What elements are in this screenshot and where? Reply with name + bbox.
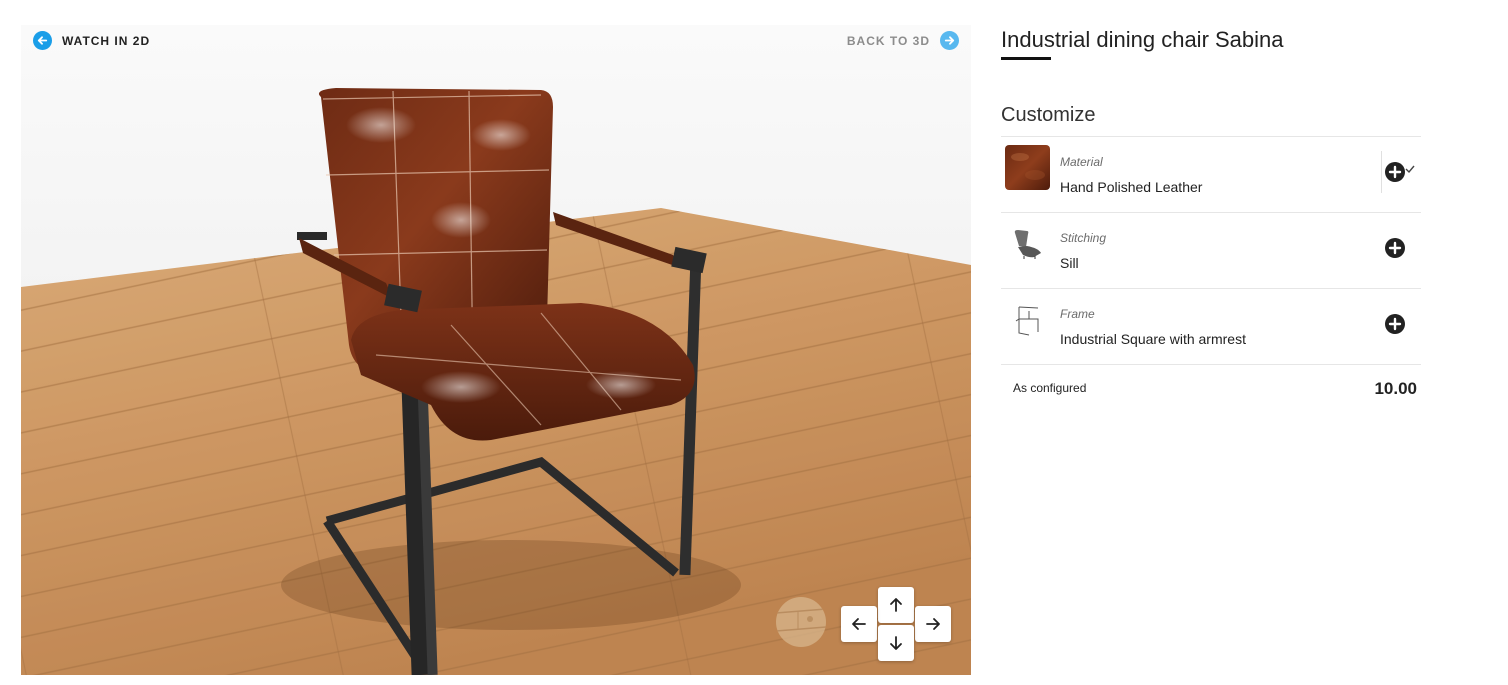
viewer-toolbar: WATCH IN 2D BACK TO 3D (21, 25, 971, 57)
camera-navigation-pad (839, 585, 953, 661)
arrow-left-icon (852, 618, 866, 630)
option-stitching[interactable]: Stitching Sill (1001, 213, 1421, 289)
option-value: Industrial Square with armrest (1060, 331, 1246, 347)
option-frame[interactable]: Frame Industrial Square with armrest (1001, 289, 1421, 365)
option-value: Sill (1060, 255, 1079, 271)
check-icon (1405, 165, 1415, 174)
plus-circle-icon[interactable] (1385, 162, 1405, 182)
material-thumbnail (1005, 145, 1050, 190)
total-label: As configured (1013, 381, 1087, 395)
customize-options-list: Material Hand Polished Leather Stitching… (1001, 136, 1421, 365)
customize-heading: Customize (1001, 104, 1096, 126)
title-underline (1001, 57, 1051, 60)
arrow-right-circle-icon (940, 31, 959, 50)
plus-circle-icon[interactable] (1385, 314, 1405, 334)
plus-circle-icon[interactable] (1385, 238, 1405, 258)
product-3d-viewer[interactable]: WATCH IN 2D BACK TO 3D (21, 25, 971, 675)
arrow-left-circle-icon (33, 31, 52, 50)
rotate-left-button[interactable] (841, 606, 877, 642)
product-title: Industrial dining chair Sabina (1001, 27, 1284, 52)
option-material[interactable]: Material Hand Polished Leather (1001, 137, 1421, 213)
back-to-3d-button[interactable]: BACK TO 3D (847, 31, 959, 50)
watch-in-2d-button[interactable]: WATCH IN 2D (33, 31, 150, 50)
configured-total-row: As configured 10.00 (1001, 365, 1421, 413)
option-divider (1381, 151, 1382, 193)
arrow-down-icon (890, 636, 902, 650)
rotate-down-button[interactable] (878, 625, 914, 661)
arrow-right-icon (926, 618, 940, 630)
rotate-up-button[interactable] (878, 587, 914, 623)
stitching-thumbnail (1005, 221, 1050, 266)
rotate-right-button[interactable] (915, 606, 951, 642)
option-label: Material (1060, 155, 1103, 169)
back-to-3d-label: BACK TO 3D (846, 33, 930, 48)
frame-thumbnail (1005, 297, 1050, 342)
arrow-up-icon (890, 598, 902, 612)
floor-texture-thumbnail[interactable] (776, 597, 826, 647)
chair-3d-render[interactable] (21, 25, 971, 675)
configurator-panel: Industrial dining chair Sabina Customize (1001, 25, 1421, 413)
total-price: 10.00 (1374, 379, 1417, 398)
option-label: Frame (1060, 307, 1095, 321)
option-label: Stitching (1060, 231, 1107, 245)
watch-in-2d-label: WATCH IN 2D (62, 33, 151, 48)
option-value: Hand Polished Leather (1060, 179, 1203, 195)
